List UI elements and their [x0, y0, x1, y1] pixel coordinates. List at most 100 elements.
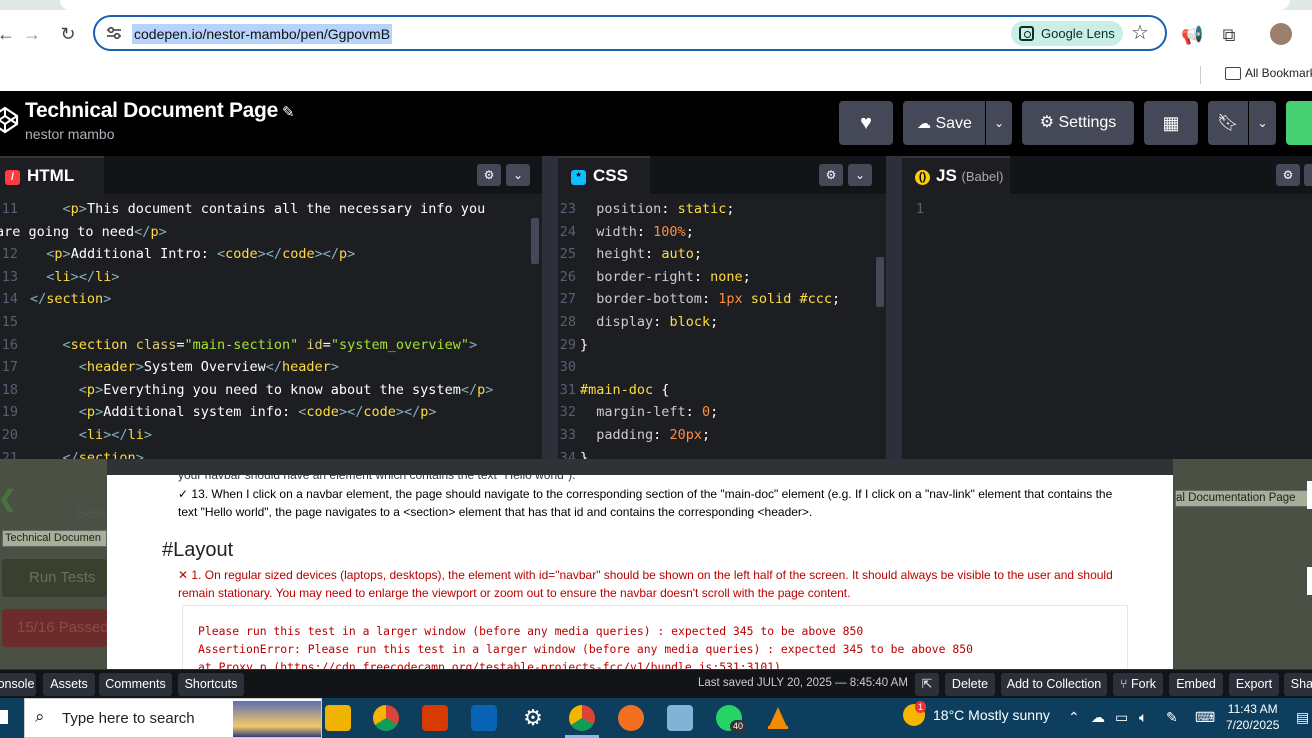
js-tab[interactable]: () JS (Babel) [902, 156, 1010, 194]
whatsapp-icon[interactable]: 40 [716, 705, 747, 733]
code-line[interactable]: are going to need</p> [0, 221, 167, 244]
fcc-page-title-select[interactable]: al Documentation Page [1175, 490, 1312, 507]
code-line[interactable]: display: block; [580, 311, 718, 334]
office-icon[interactable] [422, 705, 448, 731]
code-line[interactable]: } [580, 447, 588, 459]
save-dropdown-chevron-icon[interactable]: ⌄ [986, 101, 1012, 145]
code-line[interactable]: <p>This document contains all the necess… [30, 198, 486, 221]
css-tab[interactable]: * CSS [558, 156, 650, 194]
chevron-up-icon[interactable]: ⌃ [1068, 709, 1080, 726]
pane-resize-handle[interactable] [542, 156, 558, 459]
notifications-icon[interactable]: ▤ [1296, 709, 1309, 726]
file-explorer-icon[interactable] [325, 705, 351, 731]
js-settings-gear-icon[interactable]: ⚙ [1276, 164, 1300, 186]
heart-button[interactable]: ♥ [839, 101, 893, 145]
run-tests-button[interactable]: Run Tests [2, 559, 107, 597]
avast-icon[interactable] [618, 705, 644, 731]
js-code-area[interactable]: 1 [902, 194, 1312, 459]
code-line[interactable]: </section> [30, 447, 144, 459]
tests-passed-button[interactable]: 15/16 Passed [2, 609, 109, 647]
apps-grid-icon[interactable]: ⁞ [0, 64, 1, 80]
volume-icon[interactable]: 🔈︎ [1139, 709, 1147, 726]
reload-icon[interactable]: ↻ [56, 22, 80, 46]
save-button[interactable]: ☁ Save [903, 101, 985, 145]
bookmark-dropdown-chevron-icon[interactable]: ⌄ [1249, 101, 1276, 145]
delete-button[interactable]: Delete [945, 673, 995, 696]
code-line[interactable]: width: 100%; [580, 221, 694, 244]
chrome-active-icon[interactable] [565, 705, 599, 738]
embed-button[interactable]: Embed [1169, 673, 1223, 696]
settings-button[interactable]: ⚙ Settings [1022, 101, 1134, 145]
fcc-chevron-icon[interactable]: ❮ [0, 486, 16, 512]
code-line[interactable]: margin-left: 0; [580, 401, 718, 424]
chrome-icon[interactable] [373, 705, 399, 731]
network-icon[interactable]: ☁ [1091, 709, 1105, 726]
css-collapse-chevron-icon[interactable]: ⌄ [848, 164, 872, 186]
active-tab[interactable] [60, 0, 1290, 10]
edit-pencil-icon[interactable]: ✎ [282, 104, 295, 121]
shortcuts-button[interactable]: Shortcuts [178, 673, 244, 696]
js-collapse-chevron-icon[interactable]: ⌄ [1304, 164, 1312, 186]
google-lens-button[interactable]: Google Lens [1011, 21, 1123, 46]
comments-button[interactable]: Comments [99, 673, 172, 696]
code-line[interactable]: <p>Additional system info: <code></code>… [30, 401, 437, 424]
code-line[interactable]: <p>Additional Intro: <code></code></p> [30, 243, 355, 266]
battery-icon[interactable]: ▭ [1115, 709, 1128, 726]
taskbar-search-box[interactable]: ⌕ Type here to search [24, 698, 322, 738]
code-line[interactable]: position: static; [580, 198, 734, 221]
assets-button[interactable]: Assets [43, 673, 95, 696]
css-settings-gear-icon[interactable]: ⚙ [819, 164, 843, 186]
settings-gear-icon[interactable]: ⚙ [520, 705, 546, 731]
css-scrollbar-thumb[interactable] [876, 257, 884, 307]
share-button[interactable]: Shar [1284, 673, 1312, 696]
address-bar[interactable]: codepen.io/nestor-mambo/pen/GgpovmB Goog… [93, 15, 1167, 51]
html-code-area[interactable]: 11 <p>This document contains all the nec… [0, 194, 530, 459]
code-line[interactable]: <header>System Overview</header> [30, 356, 339, 379]
code-line[interactable]: border-bottom: 1px solid #ccc; [580, 288, 840, 311]
outlook-icon[interactable] [471, 705, 497, 731]
megaphone-icon[interactable]: 📢 [1181, 24, 1203, 46]
console-button[interactable]: onsole [0, 673, 36, 696]
html-settings-gear-icon[interactable]: ⚙ [477, 164, 501, 186]
url-text[interactable]: codepen.io/nestor-mambo/pen/GgpovmB [132, 24, 393, 44]
code-line[interactable]: padding: 20px; [580, 424, 710, 447]
fcc-project-select[interactable]: Technical Documen [2, 530, 107, 547]
keyboard-icon[interactable]: ⌨ [1195, 709, 1215, 726]
pen-title[interactable]: Technical Document Page ✎ [25, 99, 295, 123]
pen-author[interactable]: nestor mambo [25, 126, 114, 142]
back-icon[interactable]: ← [0, 22, 18, 46]
code-line[interactable]: </section> [30, 288, 111, 311]
code-line[interactable]: <section class="main-section" id="system… [30, 334, 478, 357]
bookmark-button[interactable]: 🔖︎ [1208, 101, 1248, 145]
code-line[interactable]: height: auto; [580, 243, 702, 266]
html-scrollbar-thumb[interactable] [531, 218, 539, 264]
fcc-scrollbar[interactable] [1307, 481, 1312, 509]
pen-icon[interactable]: ✎ [1166, 709, 1178, 726]
html-tab[interactable]: / HTML [0, 156, 104, 194]
code-line[interactable]: border-right: none; [580, 266, 750, 289]
code-line[interactable]: } [580, 334, 588, 357]
css-code-area[interactable]: 23 position: static; 24 width: 100%; 25 he… [558, 194, 874, 459]
add-to-collection-button[interactable]: Add to Collection [1001, 673, 1107, 696]
extensions-icon[interactable]: ⧉ [1218, 24, 1240, 46]
profile-avatar[interactable] [1270, 23, 1292, 45]
weather-widget[interactable]: 1 18°C Mostly sunny [903, 701, 1050, 726]
html-collapse-chevron-icon[interactable]: ⌄ [506, 164, 530, 186]
export-button[interactable]: Export [1229, 673, 1279, 696]
bookmark-star-icon[interactable]: ☆ [1131, 21, 1149, 45]
code-line[interactable]: <p>Everything you need to know about the… [30, 379, 494, 402]
change-view-button[interactable]: ▦ [1144, 101, 1198, 145]
code-line[interactable]: <li></li> [30, 424, 152, 447]
system-clock[interactable]: 11:43 AM 7/20/2025 [1226, 701, 1279, 733]
fork-button[interactable]: ⑂ Fork [1113, 673, 1163, 696]
all-bookmarks-folder[interactable]: All Bookmarks [1225, 63, 1312, 83]
codepen-logo-icon[interactable] [0, 105, 20, 135]
notepad-icon[interactable] [667, 705, 693, 731]
site-info-icon[interactable] [104, 23, 124, 43]
start-windows-icon[interactable] [0, 710, 8, 724]
code-line[interactable]: #main-doc { [580, 379, 669, 402]
fcc-scrollbar-thumb[interactable] [1307, 567, 1312, 595]
open-external-icon[interactable]: ⇱ [915, 673, 939, 696]
forward-icon[interactable]: → [20, 22, 44, 46]
code-line[interactable]: <li></li> [30, 266, 119, 289]
